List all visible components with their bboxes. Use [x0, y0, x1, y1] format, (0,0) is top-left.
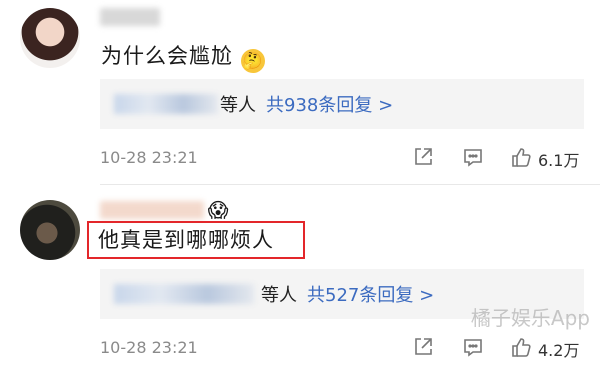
comment-text: 为什么会尴尬 🤔	[101, 42, 265, 73]
username-redacted[interactable]	[100, 201, 204, 219]
reply-suffix: 等人	[261, 285, 297, 306]
timestamp: 10-28 23:21	[100, 338, 198, 357]
view-replies-link[interactable]: 共938条回复 >	[266, 95, 393, 116]
comment-icon[interactable]	[462, 146, 484, 168]
like-count: 6.1万	[538, 151, 580, 170]
share-icon[interactable]	[412, 146, 434, 168]
comment-item: 为什么会尴尬 🤔 等人 共938条回复 > 10-28 23:21 6.1万	[0, 0, 600, 186]
thumbs-up-icon[interactable]	[510, 336, 532, 358]
watermark: 橘子娱乐App	[470, 306, 590, 330]
share-icon[interactable]	[412, 336, 434, 358]
reply-text: 等人 共938条回复 >	[220, 91, 393, 117]
reply-usernames-redacted	[114, 94, 218, 114]
avatar[interactable]	[20, 8, 80, 68]
scream-emoji-icon: 😱	[207, 198, 229, 222]
view-replies-link[interactable]: 共527条回复 >	[307, 285, 434, 306]
thumbs-up-icon[interactable]	[510, 146, 532, 168]
like-count: 4.2万	[538, 341, 580, 360]
reply-text: 等人 共527条回复 >	[261, 281, 434, 307]
timestamp: 10-28 23:21	[100, 148, 198, 167]
reply-usernames-redacted	[114, 284, 254, 304]
comment-text-content: 为什么会尴尬	[101, 44, 233, 68]
reply-suffix: 等人	[220, 95, 256, 116]
divider	[100, 184, 600, 185]
thinking-emoji-icon: 🤔	[241, 49, 265, 73]
comment-icon[interactable]	[462, 336, 484, 358]
reply-summary[interactable]: 等人 共938条回复 >	[100, 79, 584, 129]
highlight-box	[87, 221, 305, 259]
username-redacted[interactable]	[100, 8, 160, 26]
comment-item: 😱 他真是到哪哪烦人 等人 共527条回复 > 10-28 23:21 4.2万	[0, 186, 600, 371]
avatar[interactable]	[20, 200, 80, 260]
